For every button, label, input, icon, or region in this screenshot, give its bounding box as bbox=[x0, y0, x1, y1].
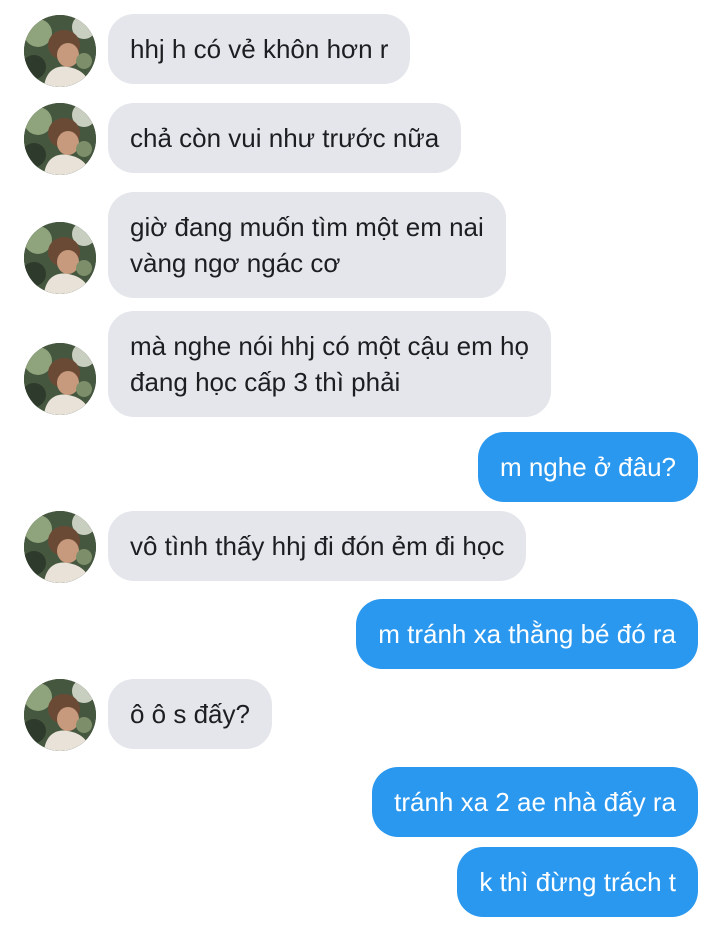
incoming-message[interactable]: ô ô s đấy? bbox=[108, 679, 272, 749]
incoming-message[interactable]: hhj h có vẻ khôn hơn r bbox=[108, 14, 411, 84]
contact-avatar-icon[interactable] bbox=[24, 103, 96, 175]
contact-avatar-icon[interactable] bbox=[24, 343, 96, 415]
conversation: hhj h có vẻ khôn hơn r chả còn vui như t… bbox=[0, 0, 720, 940]
contact-avatar-icon[interactable] bbox=[24, 511, 96, 583]
incoming-message[interactable]: vô tình thấy hhj đi đón ẻm đi học bbox=[108, 511, 527, 581]
incoming-message[interactable]: mà nghe nói hhj có một cậu em họ đang họ… bbox=[108, 311, 551, 417]
contact-avatar-icon[interactable] bbox=[24, 222, 96, 294]
incoming-message[interactable]: chả còn vui như trước nữa bbox=[108, 103, 462, 173]
contact-avatar-icon[interactable] bbox=[24, 15, 96, 87]
outgoing-message[interactable]: k thì đừng trách t bbox=[457, 847, 698, 917]
contact-avatar-icon[interactable] bbox=[24, 679, 96, 751]
outgoing-message[interactable]: tránh xa 2 ae nhà đấy ra bbox=[372, 767, 698, 837]
outgoing-message[interactable]: m nghe ở đâu? bbox=[477, 432, 698, 502]
outgoing-message[interactable]: m tránh xa thằng bé đó ra bbox=[356, 599, 698, 669]
incoming-message[interactable]: giờ đang muốn tìm một em nai vàng ngơ ng… bbox=[108, 192, 506, 298]
